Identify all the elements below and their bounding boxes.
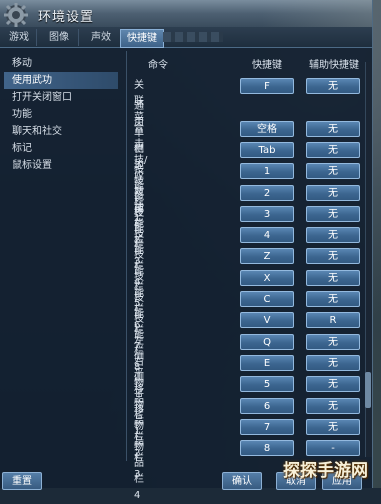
scrollbar-thumb[interactable] (365, 372, 371, 408)
category-sidebar: 移动 使用武功 打开关闭窗口 功能 聊天和社交 标记 鼠标设置 (4, 51, 122, 431)
hotkey-button[interactable]: Z (240, 248, 294, 264)
sidebar-item-skills[interactable]: 使用武功 (4, 72, 118, 89)
alt-hotkey-button[interactable]: 无 (306, 291, 360, 307)
alt-hotkey-button[interactable]: 无 (306, 185, 360, 201)
tab-hotkeys[interactable]: 快捷键 (120, 29, 164, 48)
alt-hotkey-button[interactable]: 无 (306, 121, 360, 137)
hotkey-button[interactable]: 4 (240, 227, 294, 243)
site-watermark: 探探手游网 (283, 461, 368, 481)
hotkey-button[interactable]: 1 (240, 163, 294, 179)
row-command-label: 技能栏 4 (134, 229, 144, 288)
row-command-label: 合击技/应对技能栏 (134, 123, 148, 246)
row-command-label: 技能栏 7 (134, 293, 144, 352)
alt-hotkey-button[interactable]: 无 (306, 142, 360, 158)
hotkey-button[interactable]: F (240, 78, 294, 94)
row-command-label: 物品栏 1 (134, 378, 144, 437)
sidebar-item-windows[interactable]: 打开关闭窗口 (4, 89, 118, 106)
sidebar-item-mouse[interactable]: 鼠标设置 (4, 157, 118, 174)
alt-hotkey-button[interactable]: 无 (306, 355, 360, 371)
hotkey-button[interactable]: Q (240, 334, 294, 350)
sidebar-item-social[interactable]: 聊天和社交 (4, 123, 118, 140)
row-command-label: 侧边技能栏 (134, 144, 144, 219)
alt-hotkey-button[interactable]: R (306, 312, 360, 328)
alt-hotkey-button[interactable]: 无 (306, 270, 360, 286)
alt-hotkey-button[interactable]: 无 (306, 206, 360, 222)
alt-hotkey-button[interactable]: - (306, 440, 360, 456)
reset-button[interactable]: 重置 (2, 472, 42, 490)
alt-hotkey-button[interactable]: 无 (306, 334, 360, 350)
tab-sound[interactable]: 声效 (82, 29, 121, 46)
row-command-label: 通用 (134, 101, 144, 128)
hotkey-button[interactable]: X (240, 270, 294, 286)
hotkey-button[interactable]: 6 (240, 398, 294, 414)
column-header-alt-hotkey: 辅助快捷键 (309, 60, 359, 71)
hotkey-button[interactable]: 2 (240, 185, 294, 201)
row-command-label: 技能栏 1 (134, 165, 144, 224)
sidebar-item-movement[interactable]: 移动 (4, 55, 118, 72)
hotkey-button[interactable]: 8 (240, 440, 294, 456)
title-bar[interactable]: 环境设置 (0, 0, 372, 28)
row-command-label: 技能栏 3 (134, 208, 144, 267)
row-command-label: 技能栏 6 (134, 272, 144, 331)
tab-bar-decoration (163, 32, 223, 42)
hotkey-button[interactable]: V (240, 312, 294, 328)
row-command-label: 技能栏 2 (134, 187, 144, 246)
alt-hotkey-button[interactable]: 无 (306, 376, 360, 392)
hotkey-button[interactable]: 7 (240, 419, 294, 435)
row-command-label: 物品栏 2 (134, 400, 144, 459)
hotkey-button[interactable]: 空格 (240, 121, 294, 137)
row-command-label: 技能栏 5 (134, 250, 144, 309)
sidebar-item-markers[interactable]: 标记 (4, 140, 118, 157)
alt-hotkey-button[interactable]: 无 (306, 398, 360, 414)
row-command-label: 物品栏 3 (134, 421, 144, 480)
alt-hotkey-button[interactable]: 无 (306, 163, 360, 179)
settings-window: 环境设置 游戏 图像 声效 快捷键 移动 使用武功 打开关闭窗口 功能 聊天和社… (0, 0, 373, 501)
alt-hotkey-button[interactable]: 无 (306, 248, 360, 264)
alt-hotkey-button[interactable]: 无 (306, 419, 360, 435)
alt-hotkey-button[interactable]: 无 (306, 227, 360, 243)
row-command-label: 关联菜单栏 3 (134, 80, 144, 171)
column-header-hotkey: 快捷键 (252, 60, 282, 71)
hotkey-button[interactable]: 5 (240, 376, 294, 392)
sidebar-item-functions[interactable]: 功能 (4, 106, 118, 123)
row-command-label: 右侧平移 (134, 357, 144, 416)
hotkey-button[interactable]: 3 (240, 206, 294, 222)
row-command-label: 物品栏 4 (134, 442, 144, 501)
tab-graphics[interactable]: 图像 (40, 29, 79, 46)
confirm-button[interactable]: 确认 (222, 472, 262, 490)
panel-divider (126, 51, 127, 461)
row-command-label: 左侧平移 (134, 336, 144, 395)
title-decoration (262, 0, 372, 27)
tab-bar: 游戏 图像 声效 快捷键 (0, 27, 372, 48)
window-title: 环境设置 (38, 10, 95, 25)
hotkey-button[interactable]: C (240, 291, 294, 307)
row-command-label: 技能栏 8 (134, 314, 144, 373)
alt-hotkey-button[interactable]: 无 (306, 78, 360, 94)
hotkey-button[interactable]: E (240, 355, 294, 371)
hotkey-button[interactable]: Tab (240, 142, 294, 158)
tab-game[interactable]: 游戏 (2, 29, 37, 46)
column-header-command: 命令 (148, 60, 168, 71)
gear-icon (4, 3, 28, 27)
